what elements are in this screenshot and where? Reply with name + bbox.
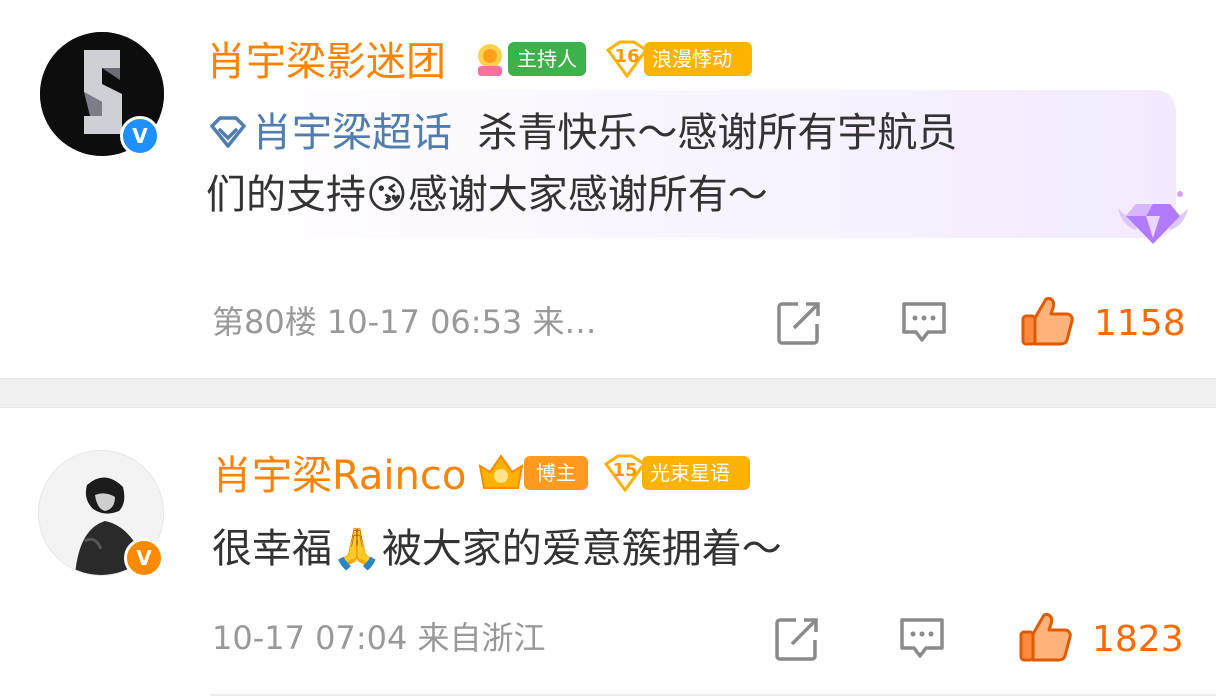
fan-level-badge[interactable]: 15 光束星语	[602, 454, 752, 492]
fan-level-badge[interactable]: 16 浪漫悸动	[604, 40, 754, 78]
blogger-tag: 博主	[524, 456, 588, 490]
kiss-emoji-icon: 😘	[366, 172, 408, 218]
comment-item: V 肖宇梁Rainco 博主 15 光束星语 很幸福🙏被大家的爱意簇拥着～ 10…	[0, 408, 1216, 698]
comment-meta: 10-17 07:04 来自浙江	[212, 618, 546, 658]
comment-source: 来…	[532, 303, 597, 341]
host-medal-icon	[470, 40, 510, 80]
pray-emoji-icon: 🙏	[332, 526, 382, 572]
comment-meta: 第80楼 10-17 06:53 来…	[212, 302, 596, 342]
comment-item: V 肖宇梁影迷团 主持人 16 浪漫悸动 肖宇梁超话 杀青快乐～感谢所有宇航员 …	[0, 0, 1216, 378]
reply-icon[interactable]	[898, 616, 946, 662]
host-tag: 主持人	[508, 42, 586, 76]
like-thumb-icon[interactable]	[1018, 610, 1074, 664]
fan-level-number: 15	[612, 460, 638, 481]
fan-title-tag: 浪漫悸动	[644, 42, 752, 76]
comment-source: 来自浙江	[417, 619, 546, 657]
username[interactable]: 肖宇梁影迷团	[206, 38, 446, 86]
comment-text: 很幸福🙏被大家的爱意簇拥着～	[212, 526, 782, 572]
fan-level-number: 16	[614, 46, 640, 67]
comment-separator	[0, 378, 1216, 408]
like-count: 1158	[1094, 303, 1186, 344]
like-count: 1823	[1092, 619, 1184, 660]
topic-link[interactable]: 肖宇梁超话	[206, 110, 452, 156]
username[interactable]: 肖宇梁Rainco	[212, 452, 466, 500]
comment-time: 10-17 07:04	[212, 619, 408, 657]
floor-number: 第80楼	[212, 303, 317, 341]
comment-text: 肖宇梁超话 杀青快乐～感谢所有宇航员 们的支持😘感谢大家感谢所有～	[206, 110, 958, 218]
reply-icon[interactable]	[900, 300, 948, 346]
verified-badge-icon: V	[120, 116, 160, 156]
repost-icon[interactable]	[774, 616, 820, 662]
fan-title-tag: 光束星语	[642, 456, 750, 490]
super-topic-diamond-icon	[210, 116, 246, 148]
divider	[210, 694, 1216, 696]
blogger-crown-icon	[476, 450, 526, 494]
like-thumb-icon[interactable]	[1020, 294, 1076, 348]
verified-badge-icon: V	[124, 538, 164, 578]
repost-icon[interactable]	[776, 300, 822, 346]
comment-time: 10-17 06:53	[326, 303, 523, 341]
